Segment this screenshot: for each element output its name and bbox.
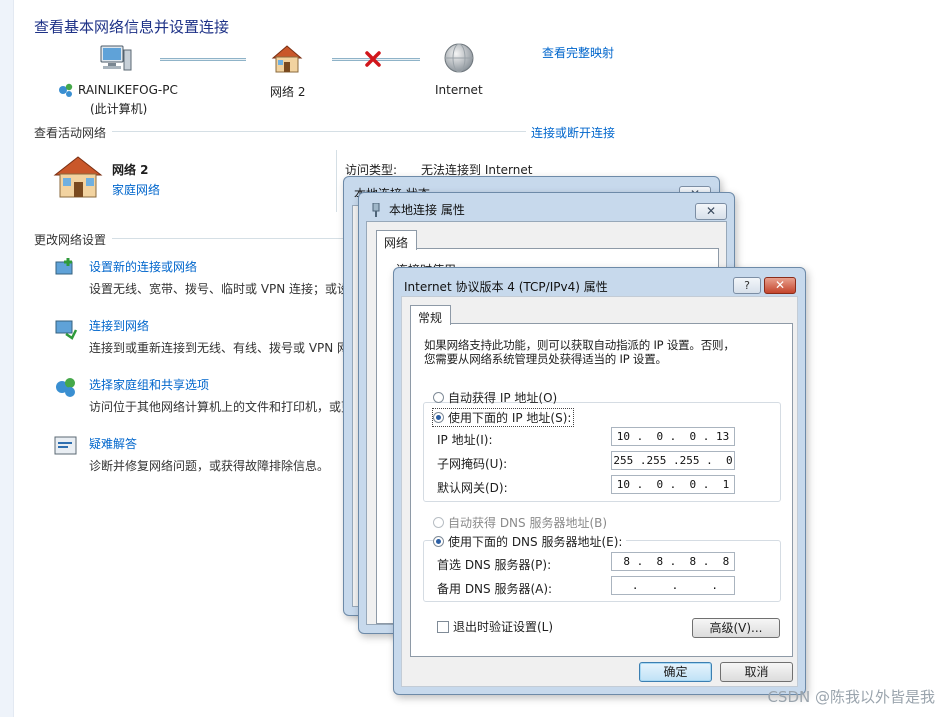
left-navigation-strip — [0, 0, 14, 717]
csdn-watermark: CSDN @陈我以外皆是我 — [767, 688, 935, 706]
manual-dns-label: 使用下面的 DNS 服务器地址(E): — [448, 535, 623, 549]
tab-network[interactable]: 网络 — [376, 230, 418, 250]
preferred-dns-label: 首选 DNS 服务器(P): — [437, 558, 552, 572]
intro-line-2: 您需要从网络系统管理员处获得适当的 IP 设置。 — [424, 352, 667, 366]
auto-dns-radio[interactable] — [433, 517, 444, 528]
alternate-dns-input[interactable]: . . . — [611, 576, 735, 595]
new-connection-icon — [55, 258, 73, 275]
auto-ip-radio[interactable] — [433, 392, 444, 403]
map-internet-label: Internet — [435, 83, 483, 97]
auto-ip-option[interactable]: 自动获得 IP 地址(O) — [433, 389, 557, 406]
ipv4-properties-dialog: Internet 协议版本 4 (TCP/IPv4) 属性 ? ✕ 如果网络支持… — [393, 267, 806, 695]
task-homegroup-link[interactable]: 选择家庭组和共享选项 — [89, 376, 209, 393]
manual-ip-option[interactable]: 使用下面的 IP 地址(S): — [431, 408, 575, 427]
manual-dns-radio[interactable] — [433, 536, 444, 547]
default-gateway-input[interactable]: 10 . 0 . 0 . 1 — [611, 475, 735, 494]
general-tab-panel: 如果网络支持此功能，则可以获取自动指派的 IP 设置。否则， 您需要从网络系统管… — [410, 323, 793, 657]
home-network-large-icon — [53, 156, 103, 198]
troubleshoot-icon — [54, 436, 77, 455]
auto-dns-option[interactable]: 自动获得 DNS 服务器地址(B) — [433, 514, 607, 531]
auto-dns-label: 自动获得 DNS 服务器地址(B) — [448, 516, 608, 530]
ip-address-input[interactable]: 10 . 0 . 0 . 13 — [611, 427, 735, 446]
properties-close-button[interactable]: ✕ — [695, 203, 727, 220]
task-setup-connection-desc: 设置无线、宽带、拨号、临时或 VPN 连接；或设 — [89, 282, 345, 296]
manual-ip-radio[interactable] — [433, 412, 444, 423]
active-network-name: 网络 2 — [112, 163, 149, 177]
computer-icon — [100, 45, 132, 71]
advanced-button[interactable]: 高级(V)... — [692, 618, 780, 638]
task-setup-connection-link[interactable]: 设置新的连接或网络 — [89, 258, 197, 275]
task-connect-network-desc: 连接到或重新连接到无线、有线、拨号或 VPN 网 — [89, 341, 345, 355]
disconnected-x-icon — [365, 51, 381, 67]
cancel-button[interactable]: 取消 — [720, 662, 793, 682]
task-troubleshoot-link[interactable]: 疑难解答 — [89, 435, 137, 452]
task-troubleshoot-desc: 诊断并修复网络问题，或获得故障排除信息。 — [89, 459, 330, 473]
ok-button[interactable]: 确定 — [639, 662, 712, 682]
manual-dns-option[interactable]: 使用下面的 DNS 服务器地址(E): — [433, 533, 627, 550]
connect-to-network-icon — [55, 320, 78, 340]
page-title: 查看基本网络信息并设置连接 — [34, 18, 230, 36]
network-adapter-icon — [372, 203, 380, 217]
section-divider-2 — [112, 238, 352, 239]
default-gateway-label: 默认网关(D): — [437, 481, 508, 495]
subnet-mask-input[interactable]: 255 .255 .255 . 0 — [611, 451, 735, 470]
section-divider — [112, 131, 526, 132]
alternate-dns-label: 备用 DNS 服务器(A): — [437, 582, 553, 596]
manual-ip-label: 使用下面的 IP 地址(S): — [448, 411, 572, 425]
task-connect-network-link[interactable]: 连接到网络 — [89, 317, 149, 334]
help-button[interactable]: ? — [733, 277, 761, 294]
change-settings-label: 更改网络设置 — [34, 233, 107, 247]
ipv4-dialog-body: 如果网络支持此功能，则可以获取自动指派的 IP 设置。否则， 您需要从网络系统管… — [401, 296, 798, 687]
subnet-mask-label: 子网掩码(U): — [437, 457, 508, 471]
vertical-divider — [336, 150, 337, 212]
preferred-dns-input[interactable]: 8 . 8 . 8 . 8 — [611, 552, 735, 571]
computer-name: RAINLIKEFOG-PC — [78, 83, 178, 97]
connection-line-pc-network — [160, 58, 246, 61]
ipv4-close-button[interactable]: ✕ — [764, 277, 796, 294]
home-network-link[interactable]: 家庭网络 — [112, 181, 160, 198]
validate-on-exit-option[interactable]: 退出时验证设置(L) — [437, 618, 553, 635]
connect-disconnect-link[interactable]: 连接或断开连接 — [531, 124, 615, 141]
validate-label: 退出时验证设置(L) — [453, 620, 554, 634]
computer-subtitle: (此计算机) — [90, 102, 148, 116]
computer-network-small-icon — [59, 83, 73, 97]
properties-dialog-title: 本地连接 属性 — [389, 203, 465, 217]
map-network-name: 网络 2 — [270, 85, 306, 99]
home-network-icon — [271, 45, 303, 73]
tab-general[interactable]: 常规 — [410, 305, 452, 325]
ip-address-label: IP 地址(I): — [437, 433, 493, 447]
auto-ip-label: 自动获得 IP 地址(O) — [448, 391, 558, 405]
full-map-link[interactable]: 查看完整映射 — [542, 44, 614, 61]
active-networks-label: 查看活动网络 — [34, 126, 107, 140]
homegroup-sharing-icon — [56, 378, 75, 397]
internet-globe-icon — [444, 43, 474, 73]
validate-checkbox[interactable] — [437, 621, 449, 633]
task-homegroup-desc: 访问位于其他网络计算机上的文件和打印机，或更 — [89, 400, 345, 414]
